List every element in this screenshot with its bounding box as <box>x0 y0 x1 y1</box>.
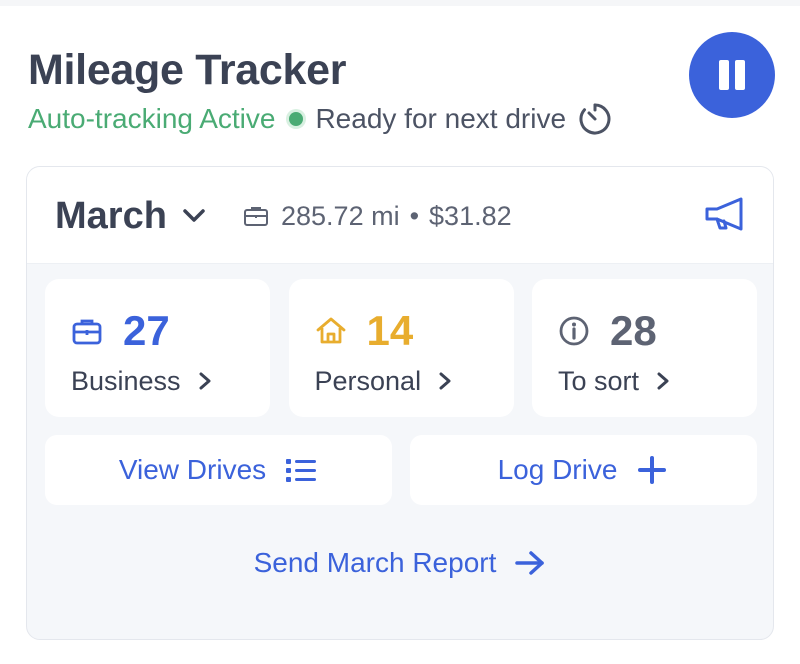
send-report-label: Send March Report <box>253 547 497 578</box>
month-distance: 285.72 mi <box>281 201 400 231</box>
pause-tracking-button[interactable] <box>689 32 775 118</box>
header: Mileage Tracker Auto-tracking Active Rea… <box>28 44 668 136</box>
status-dot-icon <box>289 112 304 126</box>
month-label: March <box>55 195 167 237</box>
month-summary: 285.72 mi • $31.82 <box>243 199 512 233</box>
to-sort-tile[interactable]: 28 To sort <box>532 279 757 417</box>
page-title: Mileage Tracker <box>28 46 347 94</box>
drive-actions: View Drives Log Drive <box>45 435 757 505</box>
card-header: March 285.72 mi • $31.82 <box>27 167 773 264</box>
month-selector[interactable]: March <box>55 193 207 239</box>
chevron-right-icon <box>439 372 451 390</box>
briefcase-icon <box>244 207 268 226</box>
month-amount: $31.82 <box>429 201 512 231</box>
pause-icon <box>719 60 729 90</box>
status-active-text: Auto-tracking Active <box>28 103 276 134</box>
list-icon <box>286 459 317 482</box>
chevron-down-icon <box>183 209 205 222</box>
view-drives-label: View Drives <box>118 454 267 485</box>
to-sort-count: 28 <box>610 307 657 354</box>
log-drive-button[interactable]: Log Drive <box>410 435 757 505</box>
view-drives-button[interactable]: View Drives <box>45 435 392 505</box>
briefcase-icon <box>71 315 103 347</box>
personal-label: Personal <box>314 366 422 396</box>
drive-category-tiles: 27 Business 14 Personal 28 To sort <box>45 279 757 417</box>
pause-icon-bar <box>735 60 745 90</box>
arrow-right-icon <box>515 551 545 575</box>
top-strip <box>0 0 800 6</box>
tracking-status: Auto-tracking Active Ready for next driv… <box>28 102 668 136</box>
business-label: Business <box>71 366 181 396</box>
to-sort-label: To sort <box>558 366 640 396</box>
timer-icon[interactable] <box>578 102 612 136</box>
plus-icon <box>638 456 667 484</box>
chevron-right-icon <box>657 372 669 390</box>
business-tile[interactable]: 27 Business <box>45 279 270 417</box>
megaphone-icon[interactable] <box>703 195 749 235</box>
info-icon <box>558 315 590 347</box>
log-drive-label: Log Drive <box>497 454 618 485</box>
personal-tile[interactable]: 14 Personal <box>288 279 514 417</box>
summary-separator: • <box>409 201 420 231</box>
chevron-right-icon <box>199 372 211 390</box>
status-ready-text: Ready for next drive <box>315 103 567 134</box>
monthly-summary-card: March 285.72 mi • $31.82 27 Business 14 … <box>26 166 774 640</box>
business-count: 27 <box>123 307 170 354</box>
send-report-link[interactable]: Send March Report <box>27 545 773 581</box>
personal-count: 14 <box>366 307 414 354</box>
home-icon <box>315 315 347 347</box>
